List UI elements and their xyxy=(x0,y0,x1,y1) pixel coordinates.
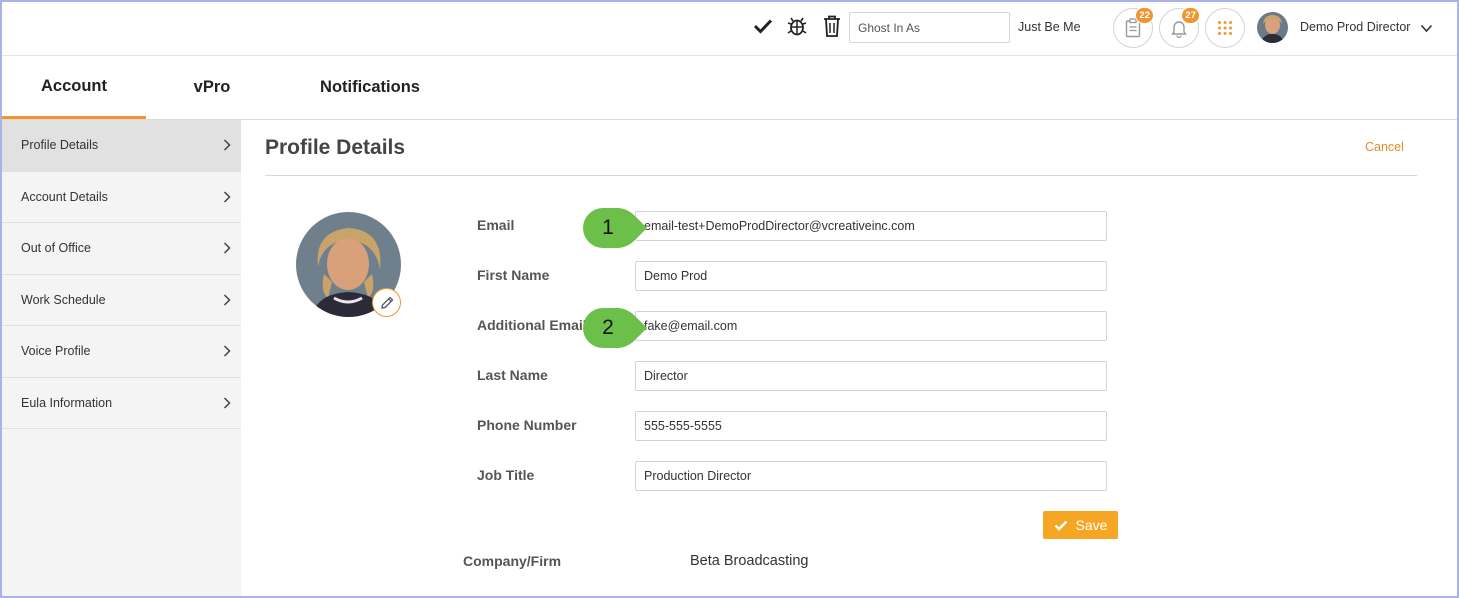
sidebar-item-out-of-office[interactable]: Out of Office xyxy=(2,223,241,275)
first-name-label: First Name xyxy=(477,267,550,283)
apps-grid-icon xyxy=(1218,21,1232,35)
sidebar-item-label: Voice Profile xyxy=(21,344,91,359)
edit-photo-button[interactable] xyxy=(372,288,401,317)
chevron-right-icon xyxy=(223,397,231,409)
tasks-button[interactable]: 22 xyxy=(1113,7,1154,48)
email-label: Email xyxy=(477,217,515,233)
last-name-label: Last Name xyxy=(477,367,548,383)
company-value: Beta Broadcasting xyxy=(690,553,809,569)
pencil-icon xyxy=(380,296,393,309)
notifications-badge: 27 xyxy=(1181,7,1200,24)
callout-marker-1: 1 xyxy=(583,208,649,248)
phone-number-field[interactable] xyxy=(635,411,1107,441)
check-icon[interactable] xyxy=(752,14,774,38)
notifications-button[interactable]: 27 xyxy=(1159,7,1200,48)
callout-number: 2 xyxy=(602,316,614,339)
last-name-field[interactable] xyxy=(635,361,1107,391)
sidebar-item-account-details[interactable]: Account Details xyxy=(2,172,241,223)
additional-email-field[interactable] xyxy=(635,311,1107,341)
company-label: Company/Firm xyxy=(463,553,562,569)
first-name-field[interactable] xyxy=(635,261,1107,291)
bug-icon[interactable] xyxy=(786,14,808,38)
tab-vpro[interactable]: vPro xyxy=(172,56,252,119)
save-label: Save xyxy=(1075,517,1108,533)
phone-number-label: Phone Number xyxy=(477,417,577,433)
just-be-me-link[interactable]: Just Be Me xyxy=(1018,20,1081,34)
chevron-right-icon xyxy=(223,139,231,151)
ghost-in-as-input[interactable] xyxy=(849,12,1010,43)
save-button[interactable]: Save xyxy=(1043,511,1118,539)
job-title-label: Job Title xyxy=(477,467,535,483)
check-icon xyxy=(1054,520,1067,531)
user-name[interactable]: Demo Prod Director xyxy=(1300,20,1410,34)
sidebar-item-work-schedule[interactable]: Work Schedule xyxy=(2,275,241,326)
chevron-right-icon xyxy=(223,345,231,357)
tasks-badge: 22 xyxy=(1135,7,1154,24)
settings-tabs: Account vPro Notifications xyxy=(0,56,1459,120)
callout-marker-2: 2 xyxy=(583,308,649,348)
apps-button[interactable] xyxy=(1205,8,1245,48)
sidebar-item-label: Account Details xyxy=(21,189,108,204)
tab-notifications[interactable]: Notifications xyxy=(300,56,440,119)
sidebar-item-profile-details[interactable]: Profile Details xyxy=(2,120,241,172)
additional-email-label: Additional Email xyxy=(477,317,587,333)
sidebar-item-voice-profile[interactable]: Voice Profile xyxy=(2,326,241,378)
trash-icon[interactable] xyxy=(821,14,843,38)
cancel-link[interactable]: Cancel xyxy=(1365,140,1404,154)
email-field[interactable] xyxy=(635,211,1107,241)
top-bar: Just Be Me 22 27 Demo Prod Director xyxy=(0,0,1459,56)
callout-number: 1 xyxy=(602,216,614,239)
divider xyxy=(265,175,1417,176)
sidebar-item-label: Profile Details xyxy=(21,138,99,153)
sidebar-item-label: Eula Information xyxy=(21,395,113,410)
job-title-field[interactable] xyxy=(635,461,1107,491)
chevron-right-icon xyxy=(223,191,231,203)
sidebar-item-eula-information[interactable]: Eula Information xyxy=(2,378,241,429)
chevron-right-icon xyxy=(223,294,231,306)
sidebar: Profile Details Account Details Out of O… xyxy=(2,120,241,596)
sidebar-item-label: Work Schedule xyxy=(21,292,106,307)
tab-account[interactable]: Account xyxy=(2,56,146,119)
chevron-right-icon xyxy=(223,242,231,254)
chevron-down-icon[interactable] xyxy=(1420,20,1433,38)
user-avatar[interactable] xyxy=(1257,12,1288,43)
sidebar-item-label: Out of Office xyxy=(21,241,91,256)
page-title: Profile Details xyxy=(265,136,406,159)
